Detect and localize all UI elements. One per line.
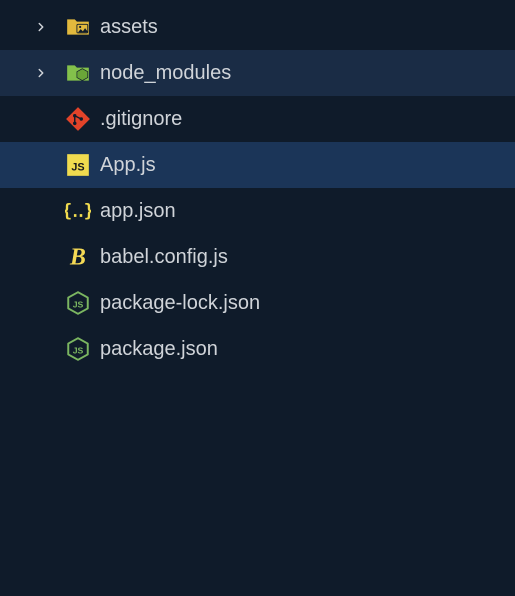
tree-item-label: App.js [98, 154, 156, 177]
git-icon [58, 106, 98, 132]
tree-item-label: assets [98, 16, 158, 39]
tree-item-gitignore[interactable]: .gitignore [0, 96, 515, 142]
tree-item-app-js[interactable]: JS App.js [0, 142, 515, 188]
tree-item-app-json[interactable]: {‥} app.json [0, 188, 515, 234]
tree-item-label: package-lock.json [98, 292, 260, 315]
svg-text:B: B [69, 245, 86, 270]
svg-text:JS: JS [73, 299, 84, 309]
tree-item-label: babel.config.js [98, 246, 228, 269]
tree-item-label: package.json [98, 338, 218, 361]
tree-item-assets[interactable]: assets [0, 4, 515, 50]
chevron-right-icon[interactable] [24, 20, 58, 34]
chevron-right-icon[interactable] [24, 66, 58, 80]
nodejs-icon: JS [58, 290, 98, 316]
json-icon: {‥} [58, 198, 98, 224]
tree-item-node-modules[interactable]: node_modules [0, 50, 515, 96]
nodejs-icon: JS [58, 336, 98, 362]
tree-item-package-lock[interactable]: JS package-lock.json [0, 280, 515, 326]
tree-item-label: app.json [98, 200, 176, 223]
file-explorer-tree: assets node_modules .gitignore [0, 0, 515, 372]
tree-item-label: node_modules [98, 62, 231, 85]
svg-text:JS: JS [71, 161, 84, 173]
tree-item-label: .gitignore [98, 108, 182, 131]
tree-item-package-json[interactable]: JS package.json [0, 326, 515, 372]
js-icon: JS [58, 152, 98, 178]
babel-icon: B [58, 244, 98, 270]
svg-text:{‥}: {‥} [65, 201, 91, 221]
folder-images-icon [58, 14, 98, 40]
tree-item-babel-config[interactable]: B babel.config.js [0, 234, 515, 280]
folder-node-icon [58, 60, 98, 86]
svg-text:JS: JS [73, 345, 84, 355]
